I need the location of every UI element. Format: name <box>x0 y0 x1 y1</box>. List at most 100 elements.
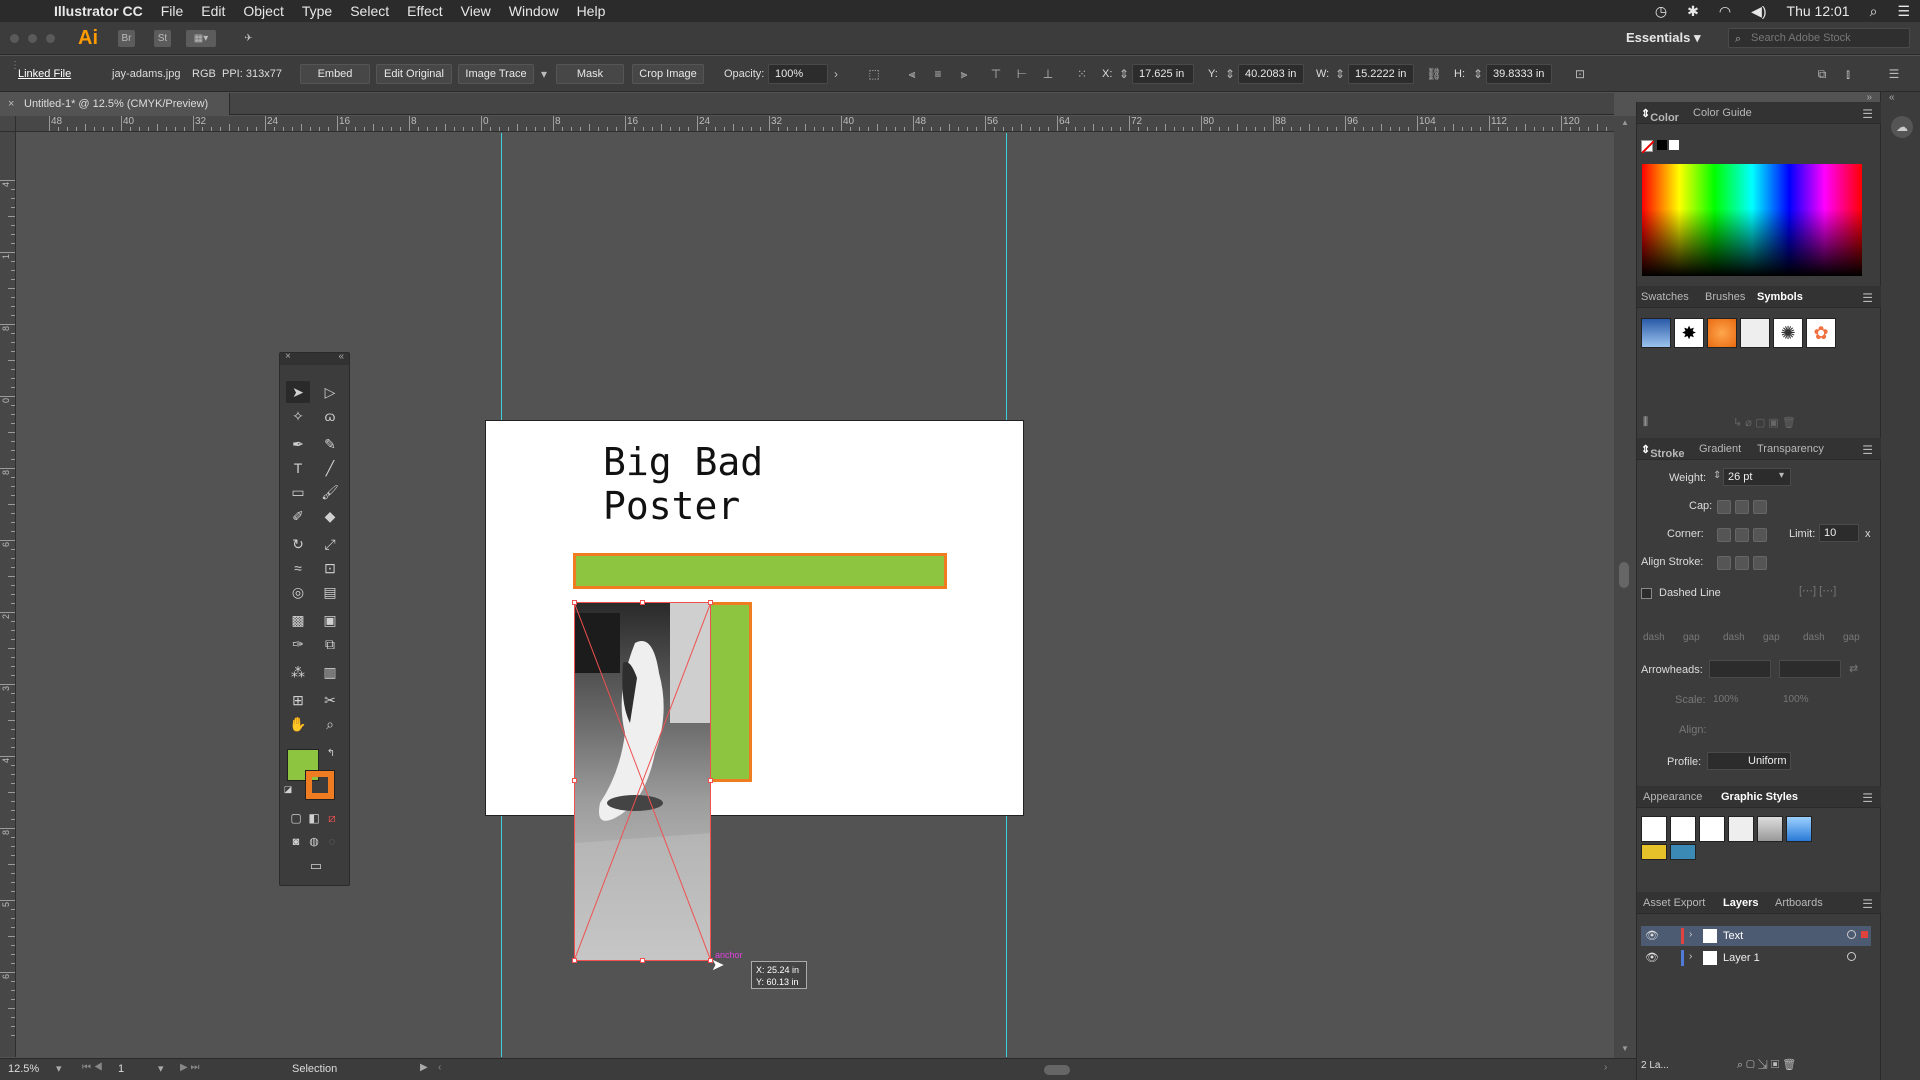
tab-color-guide[interactable]: Color Guide <box>1693 107 1752 119</box>
toolbox-header[interactable]: × « <box>280 351 349 365</box>
align-stroke-center-button[interactable] <box>1717 556 1731 570</box>
handle-middle-right[interactable] <box>708 778 713 783</box>
green-bar-rectangle[interactable] <box>573 553 947 589</box>
blend-tool-icon[interactable]: ⧉ <box>318 633 342 655</box>
symbol-actions-icons[interactable]: ↳ ⌀ ▢ ▣ 🗑 <box>1733 416 1796 429</box>
symbol-sprayer-tool-icon[interactable]: ⁂ <box>286 661 310 683</box>
layer-expand-icon[interactable]: › <box>1689 929 1692 940</box>
symbols-panel-menu-icon[interactable]: ☰ <box>1862 291 1873 305</box>
line-segment-tool-icon[interactable]: ╱ <box>318 457 342 479</box>
weight-stepper-icon[interactable]: ⇕ <box>1713 470 1721 481</box>
close-tab-icon[interactable]: × <box>8 93 14 115</box>
expand-dock-icon[interactable]: « <box>1889 92 1895 103</box>
menu-effect[interactable]: Effect <box>407 3 443 19</box>
projecting-cap-button[interactable] <box>1753 500 1767 514</box>
vertical-scroll-thumb[interactable] <box>1619 562 1629 588</box>
start-arrowhead-select[interactable] <box>1709 660 1771 678</box>
column-graph-tool-icon[interactable]: ▥ <box>318 661 342 683</box>
vertical-scrollbar[interactable]: ▲ ▼ <box>1614 116 1636 1058</box>
handle-top-right[interactable] <box>708 600 713 605</box>
align-center-icon[interactable]: ≡ <box>930 66 946 82</box>
spotlight-icon[interactable]: ⌕ <box>1870 3 1878 20</box>
clock[interactable]: Thu 12:01 <box>1787 3 1850 19</box>
dash-align-corners-icon[interactable]: [⋯] [⋯] <box>1799 584 1836 597</box>
menu-edit[interactable]: Edit <box>201 3 225 19</box>
menu-window[interactable]: Window <box>509 3 559 19</box>
graphic-style-4[interactable] <box>1728 816 1754 842</box>
bridge-button[interactable]: Br <box>118 30 135 47</box>
close-toolbox-icon[interactable]: × <box>285 351 291 362</box>
tab-brushes[interactable]: Brushes <box>1705 291 1745 303</box>
tab-appearance[interactable]: Appearance <box>1643 791 1702 803</box>
layer-name-layer1[interactable]: Layer 1 <box>1723 952 1760 964</box>
embed-button[interactable]: Embed <box>300 64 370 84</box>
align-stroke-inside-button[interactable] <box>1735 556 1749 570</box>
notification-center-icon[interactable]: ☰ <box>1897 3 1910 20</box>
opacity-expand-icon[interactable]: › <box>828 66 844 82</box>
color-panel-menu-icon[interactable]: ☰ <box>1862 107 1873 121</box>
handle-middle-left[interactable] <box>572 778 577 783</box>
gradient-tool-icon[interactable]: ▣ <box>318 609 342 631</box>
arrange-icon[interactable]: ⧉ <box>1814 66 1830 82</box>
symbol-libraries-icon[interactable]: ⫼ <box>1643 416 1648 429</box>
perspective-grid-tool-icon[interactable]: ▤ <box>318 581 342 603</box>
symbol-tile-3[interactable] <box>1707 318 1737 348</box>
y-input[interactable]: 40.2083 in <box>1238 64 1304 84</box>
horizontal-ruler[interactable]: 48 40 32 24 16 8 0 8 16 24 32 40 48 56 64 72 80 88 96 104 11… <box>16 116 1614 132</box>
horizontal-scroll-thumb[interactable] <box>1044 1065 1070 1075</box>
stroke-panel-menu-icon[interactable]: ☰ <box>1862 443 1873 457</box>
eyedropper-tool-icon[interactable]: ✑ <box>286 633 310 655</box>
volume-icon[interactable]: ◀) <box>1751 3 1766 20</box>
layer1-target-icon[interactable] <box>1847 952 1856 961</box>
collapse-toolbox-icon[interactable]: « <box>338 351 344 362</box>
y-stepper-icon[interactable]: ⇕ <box>1224 66 1236 82</box>
image-trace-dropdown-icon[interactable]: ▾ <box>536 66 552 82</box>
zoom-dropdown-icon[interactable]: ▾ <box>56 1062 62 1075</box>
round-join-button[interactable] <box>1735 528 1749 542</box>
symbol-tile-1[interactable] <box>1641 318 1671 348</box>
handle-top-left[interactable] <box>572 600 577 605</box>
artboard-number[interactable]: 1 <box>118 1063 124 1075</box>
scroll-down-icon[interactable]: ▼ <box>1621 1044 1629 1053</box>
color-fill-indicator[interactable] <box>1641 140 1655 154</box>
slice-tool-icon[interactable]: ✂ <box>318 689 342 711</box>
stock-search-input[interactable]: ⌕ Search Adobe Stock <box>1728 28 1910 48</box>
align-top-icon[interactable]: ⊤ <box>988 66 1004 82</box>
poster-title[interactable]: Big Bad Poster <box>603 440 903 528</box>
image-trace-button[interactable]: Image Trace <box>458 64 534 84</box>
ruler-origin[interactable] <box>0 116 16 132</box>
curvature-tool-icon[interactable]: ✎ <box>318 433 342 455</box>
status-menu-icon[interactable]: ▶ <box>420 1062 428 1073</box>
reference-point-icon[interactable]: ⁙ <box>1074 66 1090 82</box>
lasso-tool-icon[interactable]: ɷ <box>318 405 342 427</box>
graphic-style-6[interactable] <box>1786 816 1812 842</box>
tab-stroke[interactable]: ⇕ Stroke <box>1641 443 1684 460</box>
shaper-tool-icon[interactable]: ✐ <box>286 505 310 527</box>
align-stroke-outside-button[interactable] <box>1753 556 1767 570</box>
none-mode-icon[interactable]: ⧄ <box>320 807 344 829</box>
default-fill-stroke-icon[interactable]: ◪ <box>282 783 294 795</box>
symbol-tile-6[interactable]: ✿ <box>1806 318 1836 348</box>
edit-original-button[interactable]: Edit Original <box>376 64 452 84</box>
layer1-visibility-eye-icon[interactable]: 👁 <box>1645 951 1659 964</box>
weight-dropdown-icon[interactable]: ▾ <box>1779 470 1784 481</box>
linked-file-link[interactable]: Linked File <box>18 68 71 80</box>
stock-button[interactable]: St <box>154 30 171 47</box>
layer-target-icon[interactable] <box>1847 930 1856 939</box>
scroll-right-icon[interactable]: › <box>1604 1062 1607 1073</box>
align-left-icon[interactable]: ⫷ <box>904 66 920 82</box>
app-name[interactable]: Illustrator CC <box>54 3 143 19</box>
tab-layers[interactable]: Layers <box>1723 897 1758 909</box>
h-stepper-icon[interactable]: ⇕ <box>1472 66 1484 82</box>
artboard-next-last-icons[interactable]: ▶ ⏭ <box>180 1062 199 1073</box>
layer-row-text[interactable]: 👁 › Text <box>1641 926 1871 946</box>
direct-selection-tool-icon[interactable]: ▷ <box>318 381 342 403</box>
menu-file[interactable]: File <box>161 3 184 19</box>
menu-type[interactable]: Type <box>302 3 332 19</box>
butt-cap-button[interactable] <box>1717 500 1731 514</box>
workspace-switcher[interactable]: Essentials ▾ <box>1626 30 1700 46</box>
artboard-tool-icon[interactable]: ⊞ <box>286 689 310 711</box>
width-tool-icon[interactable]: ≈ <box>286 557 310 579</box>
menu-object[interactable]: Object <box>243 3 283 19</box>
arrange-documents-icon[interactable]: ▦▾ <box>186 30 216 47</box>
